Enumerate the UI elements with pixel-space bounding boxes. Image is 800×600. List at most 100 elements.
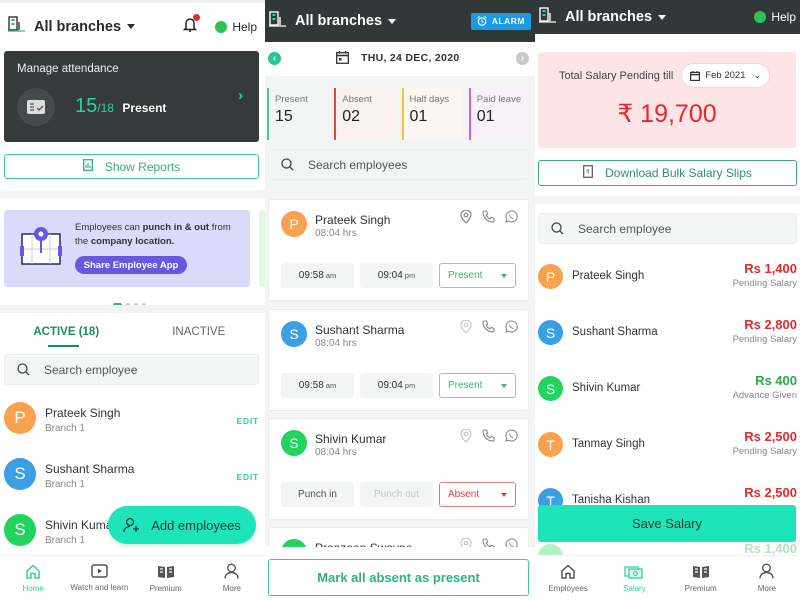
chevron-right-icon: › bbox=[238, 87, 243, 104]
phone-icon[interactable] bbox=[482, 210, 495, 229]
show-reports-label: Show Reports bbox=[104, 159, 181, 174]
nav-label: Salary bbox=[623, 583, 646, 593]
stat-label: Present bbox=[275, 94, 308, 105]
branch-selector[interactable]: All branches bbox=[565, 9, 667, 25]
month-selector[interactable]: Feb 2021 ⌄ bbox=[681, 63, 771, 88]
salary-status-label: Advance Given bbox=[732, 390, 797, 401]
whatsapp-icon[interactable] bbox=[505, 210, 518, 229]
employee-row[interactable]: P Prateek Singh Branch 1 EDIT bbox=[4, 398, 259, 438]
chevron-down-icon: ⌄ bbox=[753, 70, 762, 80]
salary-amount: Rs 2,500 bbox=[744, 485, 797, 500]
phone-icon[interactable] bbox=[482, 429, 495, 448]
employee-row[interactable]: S Sushant Sharma Branch 1 EDIT bbox=[4, 454, 259, 494]
edit-button[interactable]: EDIT bbox=[236, 472, 259, 482]
branch-selector[interactable]: All branches bbox=[295, 13, 397, 29]
stat-absent[interactable]: Absent 02 bbox=[334, 88, 396, 140]
premium-icon bbox=[692, 564, 710, 584]
nav-item-employees[interactable]: Employees bbox=[535, 563, 601, 593]
add-employees-label: Add employees bbox=[151, 517, 241, 533]
bottom-action-bar: Mark all absent as present bbox=[265, 547, 535, 600]
attendance-card: P Prateek Singh 08:04 hrs 09:58 am 09:04 pm Pre… bbox=[268, 199, 529, 301]
phone-icon[interactable] bbox=[482, 320, 495, 339]
salary-row[interactable]: S Sushant Sharma Rs 2,800 Pending Salary bbox=[538, 316, 797, 360]
download-salary-slips-button[interactable]: ₹ Download Bulk Salary Slips bbox=[538, 160, 797, 186]
tab-active-label: ACTIVE (18) bbox=[33, 326, 100, 338]
header: All branches Help bbox=[0, 0, 265, 50]
am-pm: pm bbox=[404, 271, 416, 280]
punch-in-time[interactable]: 09:58 am bbox=[281, 373, 354, 398]
alarm-button[interactable]: ALARM bbox=[470, 12, 531, 30]
mark-all-present-button[interactable]: Mark all absent as present bbox=[268, 559, 529, 596]
nav-item-home[interactable]: Home bbox=[0, 563, 66, 593]
punch-out-time[interactable]: 09:04 pm bbox=[360, 263, 433, 288]
attendance-count: 15/18 Present bbox=[75, 95, 166, 118]
nav-item-more[interactable]: More bbox=[734, 563, 800, 593]
location-icon[interactable] bbox=[460, 209, 472, 229]
svg-text:₹: ₹ bbox=[586, 169, 590, 176]
employee-name: Shivin Kumar bbox=[45, 518, 117, 532]
stat-present[interactable]: Present 15 bbox=[267, 88, 329, 140]
show-reports-button[interactable]: Show Reports bbox=[4, 154, 259, 179]
share-employee-app-button[interactable]: Share Employee App bbox=[75, 256, 187, 274]
punch-out-time[interactable]: Punch out bbox=[360, 482, 433, 507]
stat-paid-leave[interactable]: Paid leave 01 bbox=[468, 88, 530, 140]
punch-in-time[interactable]: Punch in bbox=[281, 482, 354, 507]
status-dropdown[interactable]: Present bbox=[439, 263, 516, 288]
whatsapp-icon[interactable] bbox=[505, 429, 518, 448]
download-label: Download Bulk Salary Slips bbox=[605, 166, 752, 180]
employee-branch: Branch 1 bbox=[45, 479, 86, 490]
person-icon bbox=[759, 563, 775, 584]
punch-out-time[interactable]: 09:04 pm bbox=[360, 373, 433, 398]
nav-label: Premium bbox=[149, 583, 182, 593]
search-icon bbox=[281, 158, 294, 171]
bottom-nav: Employees Salary Premium More bbox=[535, 555, 800, 600]
help-button[interactable]: Help bbox=[754, 10, 796, 24]
home-screen: All branches Help Manage attendance 15/1… bbox=[0, 0, 265, 600]
notification-bell-icon[interactable] bbox=[183, 13, 201, 37]
salary-row[interactable]: P Prateek Singh Rs 1,400 Pending Salary bbox=[538, 260, 797, 304]
header: All branches ALARM bbox=[265, 0, 535, 42]
branch-icon bbox=[269, 10, 286, 32]
stat-value: 15 bbox=[275, 108, 293, 125]
branch-selector[interactable]: All branches bbox=[34, 19, 136, 35]
location-icon[interactable] bbox=[460, 428, 472, 448]
branch-name: All branches bbox=[565, 9, 653, 25]
search-employee-input[interactable]: Search employee bbox=[538, 213, 797, 244]
salary-row[interactable]: S Shivin Kumar Rs 400 Advance Given bbox=[538, 372, 797, 416]
manage-attendance-card[interactable]: Manage attendance 15/18 Present › bbox=[4, 51, 259, 142]
save-salary-button[interactable]: Save Salary bbox=[538, 505, 796, 542]
add-employees-button[interactable]: Add employees bbox=[108, 506, 256, 544]
status-value: Present bbox=[448, 270, 483, 281]
total-salary-card: Total Salary Pending till Feb 2021 ⌄ ₹ 1… bbox=[538, 52, 796, 148]
nav-item-salary[interactable]: Salary bbox=[601, 564, 667, 593]
next-day-button[interactable]: › bbox=[516, 52, 529, 65]
nav-item-premium[interactable]: Premium bbox=[668, 564, 734, 593]
search-employees-input[interactable]: Search employees bbox=[268, 149, 529, 180]
nav-item-premium[interactable]: Premium bbox=[133, 564, 199, 593]
edit-button[interactable]: EDIT bbox=[236, 416, 259, 426]
stat-half-days[interactable]: Half days 01 bbox=[401, 88, 463, 140]
status-dropdown[interactable]: Absent bbox=[439, 482, 516, 507]
employee-name: Sushant Sharma bbox=[572, 326, 658, 338]
search-employee-input[interactable]: Search employee bbox=[4, 354, 259, 385]
person-icon bbox=[224, 563, 240, 584]
stat-label: Half days bbox=[409, 94, 450, 105]
salary-amount: Rs 2,500 bbox=[744, 429, 797, 444]
nav-item-more[interactable]: More bbox=[199, 563, 265, 593]
status-dropdown[interactable]: Present bbox=[439, 373, 516, 398]
tab-inactive[interactable]: INACTIVE bbox=[133, 318, 266, 348]
punch-in-time[interactable]: 09:58 am bbox=[281, 263, 354, 288]
whatsapp-icon[interactable] bbox=[505, 320, 518, 339]
nav-item-watch-and-learn[interactable]: Watch and learn bbox=[66, 564, 132, 592]
location-icon[interactable] bbox=[460, 319, 472, 339]
prev-day-button[interactable]: ‹ bbox=[268, 52, 281, 65]
avatar: P bbox=[538, 264, 563, 289]
am-pm: am bbox=[325, 381, 337, 390]
caret-down-icon bbox=[658, 14, 667, 20]
work-hours: 08:04 hrs bbox=[315, 228, 357, 239]
section-divider bbox=[0, 190, 265, 198]
tab-active[interactable]: ACTIVE (18) bbox=[0, 318, 133, 348]
help-button[interactable]: Help bbox=[215, 20, 257, 34]
promo-banner[interactable]: Employees can punch in & out from the co… bbox=[4, 210, 250, 287]
salary-row[interactable]: T Tanmay Singh Rs 2,500 Pending Salary bbox=[538, 428, 797, 472]
